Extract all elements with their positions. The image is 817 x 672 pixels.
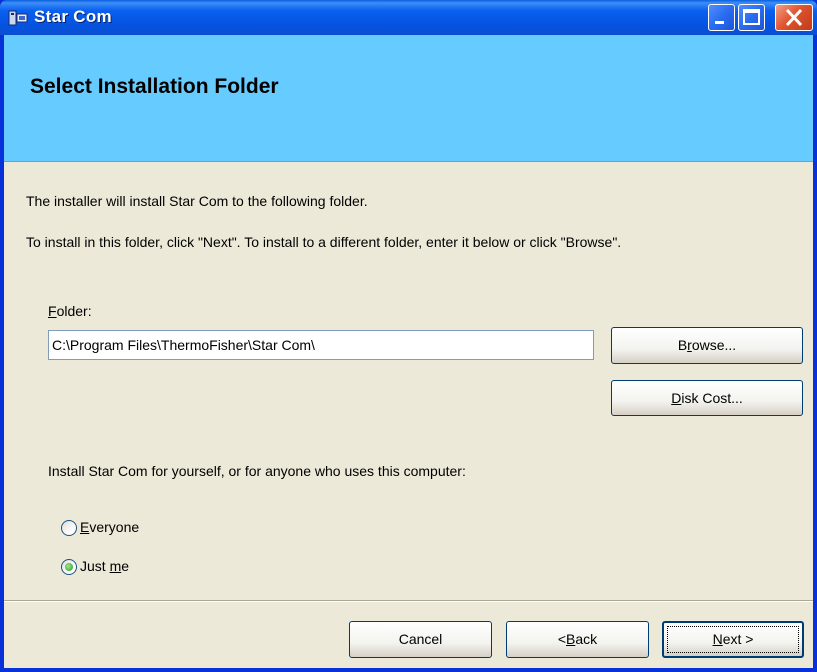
- just-me-radio[interactable]: [61, 559, 77, 575]
- just-me-label-mnemonic: m: [109, 558, 122, 574]
- close-button[interactable]: [775, 4, 813, 31]
- footer-separator: [4, 600, 813, 602]
- title-bar[interactable]: Star Com: [0, 0, 817, 35]
- next-button[interactable]: Next >: [662, 621, 804, 658]
- everyone-radio-label[interactable]: Everyone: [80, 519, 139, 535]
- back-button-label-post: ack: [575, 631, 598, 647]
- page-title: Select Installation Folder: [30, 75, 279, 98]
- close-icon: [785, 8, 803, 27]
- focus-ring: [667, 626, 799, 653]
- install-for-prompt: Install Star Com for yourself, or for an…: [48, 463, 466, 479]
- installer-app-icon: [8, 10, 28, 26]
- back-button-mnemonic: B: [566, 631, 576, 647]
- minimize-button[interactable]: [708, 4, 735, 31]
- everyone-radio[interactable]: [61, 520, 77, 536]
- instructions-text: To install in this folder, click "Next".…: [26, 234, 622, 250]
- folder-label: Folder:: [48, 303, 92, 319]
- folder-path-input[interactable]: [48, 330, 594, 360]
- disk-cost-button[interactable]: Disk Cost...: [611, 380, 803, 416]
- maximize-icon: [743, 9, 760, 25]
- just-me-label-post: e: [121, 558, 130, 574]
- minimize-icon: [715, 21, 724, 24]
- disk-cost-button-mnemonic: D: [671, 390, 682, 406]
- installer-window: Star Com Select Installation Folder The …: [0, 0, 817, 672]
- just-me-radio-label[interactable]: Just me: [80, 558, 129, 574]
- just-me-label-pre: Just: [80, 558, 110, 574]
- window-title: Star Com: [34, 7, 112, 26]
- back-button[interactable]: < Back: [506, 621, 649, 658]
- browse-button-label-post: owse...: [691, 337, 737, 353]
- folder-label-rest: older:: [56, 303, 92, 319]
- everyone-label-mnemonic: E: [80, 519, 90, 535]
- radio-selected-dot: [65, 563, 73, 571]
- everyone-label-post: veryone: [89, 519, 140, 535]
- disk-cost-button-label-post: isk Cost...: [681, 390, 743, 406]
- header-banner: Select Installation Folder: [4, 35, 813, 162]
- dialog-body: Select Installation Folder The installer…: [4, 35, 813, 668]
- intro-text: The installer will install Star Com to t…: [26, 193, 368, 209]
- browse-button-label-pre: B: [677, 337, 688, 353]
- maximize-button[interactable]: [738, 4, 765, 31]
- cancel-button[interactable]: Cancel: [349, 621, 492, 658]
- folder-label-mnemonic: F: [48, 303, 57, 319]
- browse-button[interactable]: Browse...: [611, 327, 803, 364]
- back-button-label-pre: <: [557, 631, 567, 647]
